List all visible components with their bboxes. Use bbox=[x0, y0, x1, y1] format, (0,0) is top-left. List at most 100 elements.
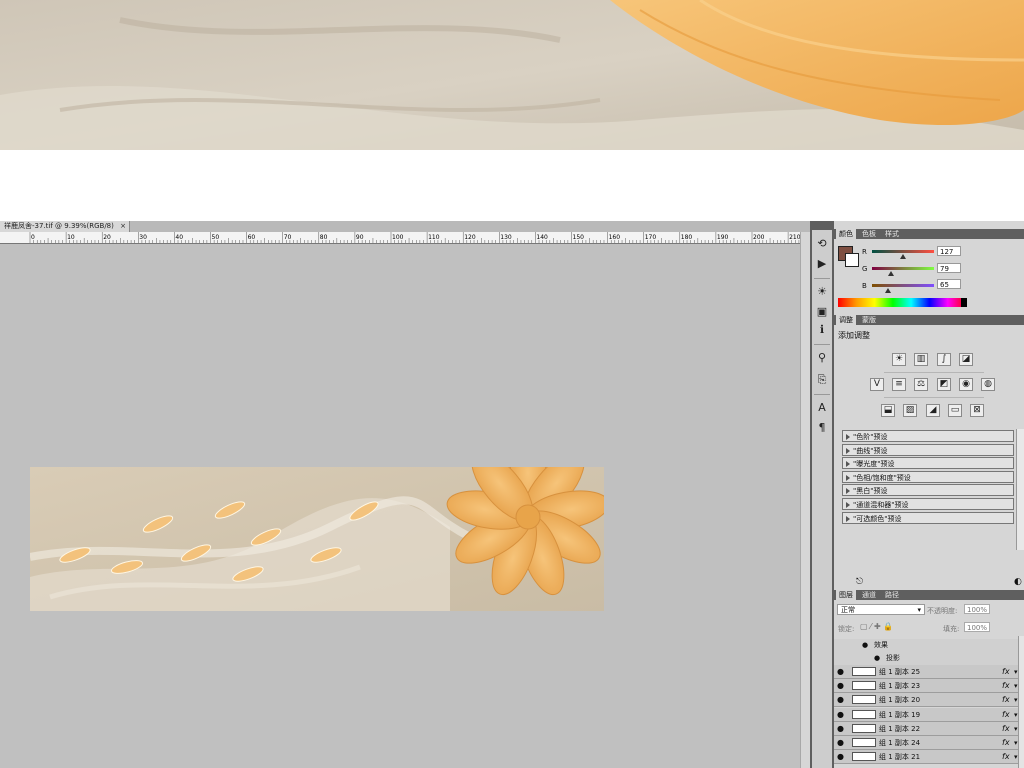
channel-r-thumb[interactable] bbox=[899, 254, 906, 259]
chevron-down-icon[interactable]: ▾ bbox=[1014, 693, 1018, 707]
image-icon[interactable]: ▣ bbox=[813, 305, 831, 319]
channel-b-value[interactable]: 65 bbox=[937, 279, 961, 289]
tab-swatches[interactable]: 色板 bbox=[859, 229, 879, 239]
chevron-down-icon[interactable]: ▾ bbox=[1014, 679, 1018, 693]
fx-icon[interactable]: fx bbox=[1002, 665, 1010, 679]
preset-item[interactable]: "色相/饱和度"预设 bbox=[842, 470, 1014, 483]
layer-row[interactable]: ● 组 1 副本 21 fx ▾ bbox=[834, 750, 1024, 765]
layer-row[interactable]: ● 组 1 副本 25 fx ▾ bbox=[834, 665, 1024, 679]
channel-b-thumb[interactable] bbox=[884, 288, 891, 293]
color-balance-icon[interactable]: ⚖ bbox=[914, 378, 928, 391]
return-to-list-icon[interactable]: ⎋ bbox=[856, 577, 863, 587]
chevron-down-icon[interactable]: ▾ bbox=[1014, 736, 1018, 750]
preset-item[interactable]: "曲线"预设 bbox=[842, 443, 1014, 456]
preset-item[interactable]: "通道混和器"预设 bbox=[842, 498, 1014, 510]
fx-icon[interactable]: fx bbox=[1002, 708, 1010, 722]
layers-scrollbar[interactable] bbox=[1018, 636, 1024, 768]
chevron-down-icon[interactable]: ▾ bbox=[1014, 750, 1018, 764]
tab-layers[interactable]: 图层 bbox=[836, 590, 856, 600]
history-brush-icon[interactable]: ⟲ bbox=[813, 237, 831, 251]
fx-icon[interactable]: fx bbox=[1002, 722, 1010, 736]
eye-icon[interactable]: ● bbox=[837, 682, 847, 690]
eye-icon[interactable]: ● bbox=[874, 652, 880, 665]
gradient-map-icon[interactable]: ▭ bbox=[948, 404, 962, 417]
fill-field[interactable]: 100% bbox=[964, 622, 990, 632]
tab-color[interactable]: 颜色 bbox=[836, 229, 856, 239]
chevron-down-icon[interactable]: ▾ bbox=[1014, 708, 1018, 722]
eye-icon[interactable]: ● bbox=[837, 724, 847, 732]
tab-masks[interactable]: 蒙版 bbox=[859, 315, 879, 325]
color-spectrum-bar[interactable] bbox=[838, 298, 966, 307]
channel-r-value[interactable]: 127 bbox=[937, 246, 961, 256]
ruler-label: 90 bbox=[356, 234, 364, 241]
preset-item[interactable]: "色阶"预设 bbox=[842, 430, 1014, 442]
channel-r-slider[interactable] bbox=[872, 250, 934, 253]
eye-icon[interactable]: ● bbox=[837, 710, 847, 718]
exposure-icon[interactable]: ◪ bbox=[959, 353, 973, 366]
layer-row[interactable]: ● 组 1 副本 23 fx ▾ bbox=[834, 679, 1024, 694]
lock-icons[interactable]: ▢ ⁄ ✚ 🔒 bbox=[860, 622, 893, 631]
photo-filter-icon[interactable]: ◉ bbox=[959, 378, 973, 391]
play-icon[interactable]: ▶ bbox=[813, 257, 831, 271]
layer-thumbnail bbox=[852, 681, 876, 691]
blend-mode-select[interactable]: 正常 ▾ bbox=[837, 604, 925, 615]
eye-icon[interactable]: ● bbox=[837, 668, 847, 676]
vibrance-icon[interactable]: V bbox=[870, 378, 884, 391]
eye-icon[interactable]: ● bbox=[837, 696, 847, 704]
panel-options-icon[interactable]: ◐ bbox=[1014, 577, 1022, 587]
preset-label: "曝光度"预设 bbox=[853, 460, 895, 469]
brightness-icon[interactable]: ☀ bbox=[813, 285, 831, 299]
info-icon[interactable]: ℹ bbox=[813, 323, 831, 337]
eye-icon[interactable]: ● bbox=[837, 753, 847, 761]
channel-g-slider[interactable] bbox=[872, 267, 934, 270]
character-icon[interactable]: A bbox=[813, 401, 831, 415]
background-color-swatch[interactable] bbox=[845, 253, 859, 267]
spectrum-black-swatch[interactable] bbox=[961, 298, 967, 307]
ruler-label: 60 bbox=[248, 234, 256, 241]
channel-g-value[interactable]: 79 bbox=[937, 263, 961, 273]
chevron-down-icon[interactable]: ▾ bbox=[1014, 665, 1018, 679]
invert-icon[interactable]: ⬓ bbox=[881, 404, 895, 417]
fx-icon[interactable]: fx bbox=[1002, 679, 1010, 693]
tab-channels[interactable]: 通道 bbox=[859, 590, 879, 600]
chevron-down-icon[interactable]: ▾ bbox=[1014, 722, 1018, 736]
threshold-icon[interactable]: ◢ bbox=[926, 404, 940, 417]
stamp-icon[interactable]: ⎘ bbox=[813, 373, 831, 387]
hue-saturation-icon[interactable]: ≡ bbox=[892, 378, 906, 391]
posterize-icon[interactable]: ▨ bbox=[903, 404, 917, 417]
selective-color-icon[interactable]: ⊠ bbox=[970, 404, 984, 417]
layer-row[interactable]: ● 组 1 副本 19 fx ▾ bbox=[834, 707, 1024, 722]
layer-row[interactable]: ● 组 1 副本 20 fx ▾ bbox=[834, 693, 1024, 708]
channel-b-slider[interactable] bbox=[872, 284, 934, 287]
paragraph-icon[interactable]: ¶ bbox=[813, 421, 831, 435]
effects-row[interactable]: ● 效果 bbox=[834, 639, 1024, 652]
levels-icon[interactable]: ▥ bbox=[914, 353, 928, 366]
presets-scrollbar[interactable] bbox=[1016, 429, 1024, 550]
fx-icon[interactable]: fx bbox=[1002, 750, 1010, 764]
channel-mixer-icon[interactable]: ◍ bbox=[981, 378, 995, 391]
preset-item[interactable]: "黑白"预设 bbox=[842, 484, 1014, 497]
fx-icon[interactable]: fx bbox=[1002, 693, 1010, 707]
close-tab-icon[interactable]: × bbox=[120, 221, 126, 232]
expand-triangle-icon bbox=[846, 461, 850, 468]
channel-g-thumb[interactable] bbox=[888, 271, 895, 276]
preset-item[interactable]: "曝光度"预设 bbox=[842, 457, 1014, 470]
brightness-contrast-icon[interactable]: ☀ bbox=[892, 353, 906, 366]
tab-paths[interactable]: 路径 bbox=[882, 590, 902, 600]
eye-icon[interactable]: ● bbox=[862, 639, 868, 652]
tab-styles[interactable]: 样式 bbox=[882, 229, 902, 239]
preset-item[interactable]: "可选颜色"预设 bbox=[842, 511, 1014, 524]
curves-icon[interactable]: ∫ bbox=[937, 353, 951, 366]
canvas-image[interactable] bbox=[30, 467, 604, 611]
clone-source-icon[interactable]: ⚲ bbox=[813, 351, 831, 365]
eye-icon[interactable]: ● bbox=[837, 739, 847, 747]
layer-row[interactable]: ● 组 1 副本 22 fx ▾ bbox=[834, 721, 1024, 736]
layer-row[interactable]: ● 组 1 副本 24 fx ▾ bbox=[834, 736, 1024, 750]
black-white-icon[interactable]: ◩ bbox=[937, 378, 951, 391]
drop-shadow-row[interactable]: ● 投影 bbox=[834, 652, 1024, 665]
ruler-label: 110 bbox=[428, 234, 440, 241]
fx-icon[interactable]: fx bbox=[1002, 736, 1010, 750]
tab-adjustments[interactable]: 调整 bbox=[836, 315, 856, 325]
document-tab[interactable]: 祥鹿凤舍-37.tif @ 9.39%(RGB/8) × bbox=[0, 221, 130, 232]
opacity-field[interactable]: 100% bbox=[964, 604, 990, 614]
